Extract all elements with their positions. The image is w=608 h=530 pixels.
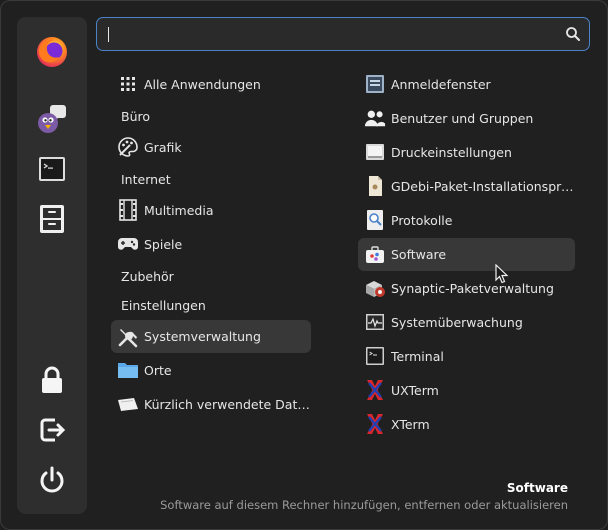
pidgin-launcher[interactable]: [34, 101, 70, 137]
xterm-icon: [364, 379, 386, 401]
login-window-icon: [364, 73, 386, 95]
lock-screen-button[interactable]: [34, 362, 70, 398]
terminal-launcher[interactable]: [34, 151, 70, 187]
file-manager-launcher[interactable]: [34, 201, 70, 237]
logs-icon: [364, 209, 386, 231]
app-login-window[interactable]: Anmeldefenster: [358, 69, 575, 99]
app-printer-settings[interactable]: Druckeinstellungen: [358, 137, 575, 167]
app-label: Druckeinstellungen: [391, 144, 512, 160]
palette-icon: [117, 136, 139, 158]
category-label: Spiele: [144, 236, 183, 252]
app-label: Terminal: [391, 348, 444, 364]
category-label: Orte: [144, 362, 172, 378]
category-label: Systemverwaltung: [144, 329, 261, 344]
category-recent-files[interactable]: Kürzlich verwendete Dateien: [111, 389, 311, 419]
app-label: GDebi-Paket-Installationsprog…: [391, 178, 575, 194]
search-box[interactable]: [96, 17, 590, 51]
category-accessories[interactable]: Zubehör: [111, 261, 311, 291]
synaptic-icon: [364, 277, 386, 299]
category-label: Kürzlich verwendete Dateien: [144, 396, 311, 412]
printer-icon: [364, 141, 386, 163]
system-monitor-icon: [364, 311, 386, 333]
category-label: Grafik: [144, 139, 182, 155]
terminal-icon: [364, 345, 386, 367]
firefox-launcher[interactable]: [34, 34, 70, 70]
gamepad-icon: [117, 233, 139, 255]
lock-icon: [42, 366, 62, 393]
app-system-monitor[interactable]: Systemüberwachung: [358, 307, 575, 337]
package-installer-icon: [364, 175, 386, 197]
software-icon: [364, 244, 386, 266]
category-settings[interactable]: Einstellungen: [111, 290, 311, 320]
category-multimedia[interactable]: Multimedia: [111, 195, 311, 225]
app-users-and-groups[interactable]: Benutzer und Gruppen: [358, 103, 575, 133]
app-label: Anmeldefenster: [391, 76, 491, 92]
app-synaptic[interactable]: Synaptic-Paketverwaltung: [358, 273, 575, 303]
app-label: UXTerm: [391, 382, 439, 398]
search-input[interactable]: [107, 24, 551, 46]
film-icon: [117, 199, 139, 221]
selected-app-title: Software: [506, 481, 568, 495]
category-games[interactable]: Spiele: [111, 229, 311, 259]
recent-files-icon: [117, 393, 139, 415]
app-xterm[interactable]: XTerm: [358, 409, 575, 439]
firefox-icon: [37, 37, 67, 67]
search-icon: [566, 27, 580, 41]
mouse-pointer-icon: [495, 264, 509, 284]
file-cabinet-icon: [40, 205, 64, 233]
pidgin-icon: [38, 105, 66, 133]
category-graphics[interactable]: Grafik: [111, 132, 311, 162]
app-label: Software: [391, 247, 447, 262]
category-label: Einstellungen: [121, 297, 206, 313]
tools-icon: [117, 326, 139, 348]
app-gdebi[interactable]: GDebi-Paket-Installationsprog…: [358, 171, 575, 201]
selected-app-description: Software auf diesem Rechner hinzufügen, …: [160, 498, 568, 512]
app-label: Synaptic-Paketverwaltung: [391, 280, 554, 296]
logout-icon: [40, 418, 66, 442]
category-label: Internet: [121, 171, 171, 187]
app-uxterm[interactable]: UXTerm: [358, 375, 575, 405]
app-label: XTerm: [391, 416, 430, 432]
category-label: Alle Anwendungen: [144, 76, 261, 92]
folder-icon: [117, 359, 139, 381]
category-label: Büro: [121, 108, 151, 124]
power-icon: [40, 466, 64, 493]
app-terminal[interactable]: Terminal: [358, 341, 575, 371]
app-label: Protokolle: [391, 212, 453, 228]
category-internet[interactable]: Internet: [111, 164, 311, 194]
favorites-sidebar: [17, 17, 87, 514]
app-software[interactable]: Software: [358, 238, 575, 271]
category-system-administration[interactable]: Systemverwaltung: [111, 320, 311, 353]
app-label: Systemüberwachung: [391, 314, 523, 330]
category-office[interactable]: Büro: [111, 101, 311, 131]
category-label: Zubehör: [121, 268, 174, 284]
users-icon: [364, 107, 386, 129]
app-label: Benutzer und Gruppen: [391, 110, 534, 126]
category-places[interactable]: Orte: [111, 355, 311, 385]
logout-button[interactable]: [34, 412, 70, 448]
text-caret: [108, 27, 109, 42]
app-logs[interactable]: Protokolle: [358, 205, 575, 235]
category-all-applications[interactable]: Alle Anwendungen: [111, 69, 311, 99]
grid-icon: [117, 73, 139, 95]
category-label: Multimedia: [144, 202, 214, 218]
terminal-icon: [39, 157, 65, 181]
xterm-icon: [364, 413, 386, 435]
power-button[interactable]: [34, 462, 70, 498]
